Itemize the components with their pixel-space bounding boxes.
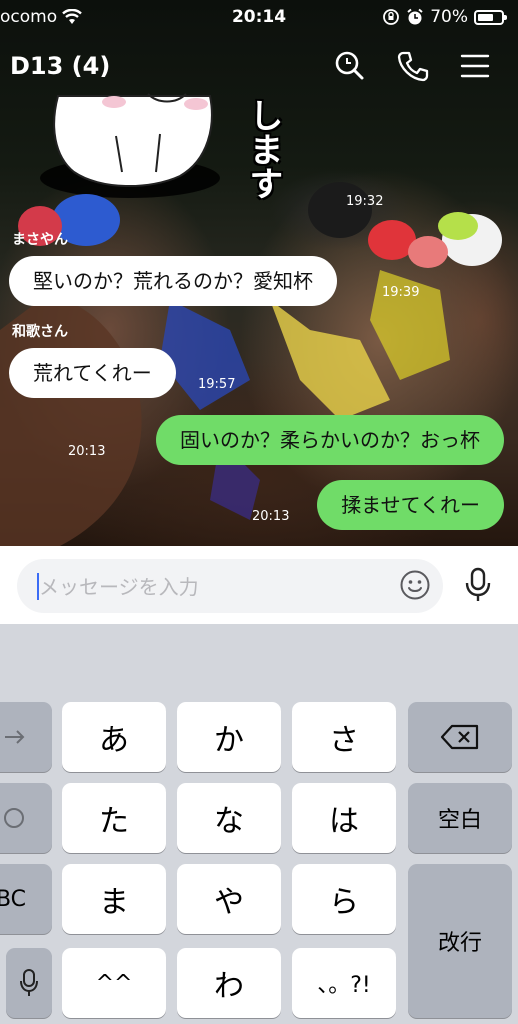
- key-label: わ: [214, 969, 244, 1004]
- text-caret: [37, 573, 39, 600]
- key-label: あ: [99, 723, 129, 758]
- key-label: さ: [329, 723, 359, 758]
- chat-header: D13 (4): [0, 40, 518, 92]
- backspace-key[interactable]: [408, 702, 512, 772]
- key-label: ^^: [95, 970, 133, 996]
- message-timestamp: 20:13: [252, 509, 290, 524]
- japanese-keyboard: BC あ か さ た な は ま や ら ^^ わ 、。?! 空白 改行: [0, 624, 518, 1024]
- kana-key[interactable]: は: [292, 783, 396, 853]
- message-bubble[interactable]: 荒れてくれー: [9, 348, 176, 398]
- abc-key-label: BC: [0, 886, 27, 912]
- battery-percent: 70%: [430, 7, 468, 27]
- key-label: や: [214, 885, 244, 920]
- phone-icon[interactable]: [397, 50, 429, 82]
- key-label: ま: [99, 885, 129, 920]
- message-text: 揉ませてくれー: [341, 493, 480, 517]
- kana-key[interactable]: な: [177, 783, 281, 853]
- backspace-icon: [440, 724, 479, 750]
- orientation-lock-icon: [383, 9, 400, 25]
- message-input-bar: [0, 546, 518, 624]
- kana-key[interactable]: あ: [62, 702, 166, 772]
- space-key[interactable]: 空白: [408, 783, 512, 853]
- key-label: ら: [329, 885, 359, 920]
- message-timestamp: 19:57: [198, 377, 236, 392]
- microphone-icon[interactable]: [462, 567, 494, 603]
- return-key-label: 改行: [437, 931, 482, 956]
- battery-icon: [474, 9, 507, 25]
- bear-sticker-image: [40, 93, 220, 198]
- arrow-right-icon: [5, 730, 25, 744]
- kana-key[interactable]: ま: [62, 864, 166, 934]
- undo-key[interactable]: [0, 783, 52, 853]
- message-timestamp: 19:39: [382, 285, 420, 300]
- abc-key[interactable]: BC: [0, 864, 52, 934]
- next-candidate-key[interactable]: [0, 702, 52, 772]
- message-text: 荒れてくれー: [33, 361, 152, 385]
- kana-key[interactable]: た: [62, 783, 166, 853]
- microphone-icon: [20, 969, 38, 996]
- kana-key[interactable]: か: [177, 702, 281, 772]
- kaomoji-key[interactable]: ^^: [62, 948, 166, 1018]
- key-label: か: [214, 723, 244, 758]
- message-timestamp: 20:13: [68, 444, 106, 459]
- message-sender: まさやん: [12, 232, 68, 248]
- message-input[interactable]: [37, 559, 401, 615]
- kana-key[interactable]: さ: [292, 702, 396, 772]
- chat-title[interactable]: D13 (4): [10, 52, 110, 80]
- chat-area[interactable]: します ocomo 20:14 70% D13 (4) 19:32 まさやん 堅…: [0, 0, 518, 546]
- alarm-icon: [407, 8, 423, 25]
- menu-icon[interactable]: [459, 50, 491, 82]
- kana-key[interactable]: ら: [292, 864, 396, 934]
- key-label: は: [329, 804, 359, 839]
- message-bubble[interactable]: 堅いのか？荒れるのか？愛知杯: [9, 256, 337, 306]
- key-label: な: [214, 804, 244, 839]
- message-text: 堅いのか？荒れるのか？愛知杯: [33, 269, 313, 293]
- sticker-timestamp: 19:32: [346, 194, 384, 209]
- punctuation-key[interactable]: 、。?!: [292, 948, 396, 1018]
- status-bar: ocomo 20:14 70%: [0, 0, 518, 34]
- search-icon[interactable]: [333, 50, 365, 82]
- space-key-label: 空白: [437, 808, 482, 833]
- key-label: 、。?!: [317, 973, 371, 998]
- message-sender: 和歌さん: [12, 324, 68, 340]
- message-bubble[interactable]: 揉ませてくれー: [317, 480, 504, 530]
- message-bubble[interactable]: 固いのか？柔らかいのか？おっ杯: [156, 415, 504, 465]
- dictation-key[interactable]: [6, 948, 52, 1018]
- key-label: た: [99, 804, 129, 839]
- return-key[interactable]: 改行: [408, 864, 512, 1018]
- kana-key[interactable]: わ: [177, 948, 281, 1018]
- sticker-text: します: [243, 98, 283, 200]
- kana-key[interactable]: や: [177, 864, 281, 934]
- message-field[interactable]: [17, 559, 443, 615]
- emoji-icon[interactable]: [399, 569, 431, 601]
- message-text: 固いのか？柔らかいのか？おっ杯: [180, 428, 480, 452]
- undo-icon: [4, 808, 24, 828]
